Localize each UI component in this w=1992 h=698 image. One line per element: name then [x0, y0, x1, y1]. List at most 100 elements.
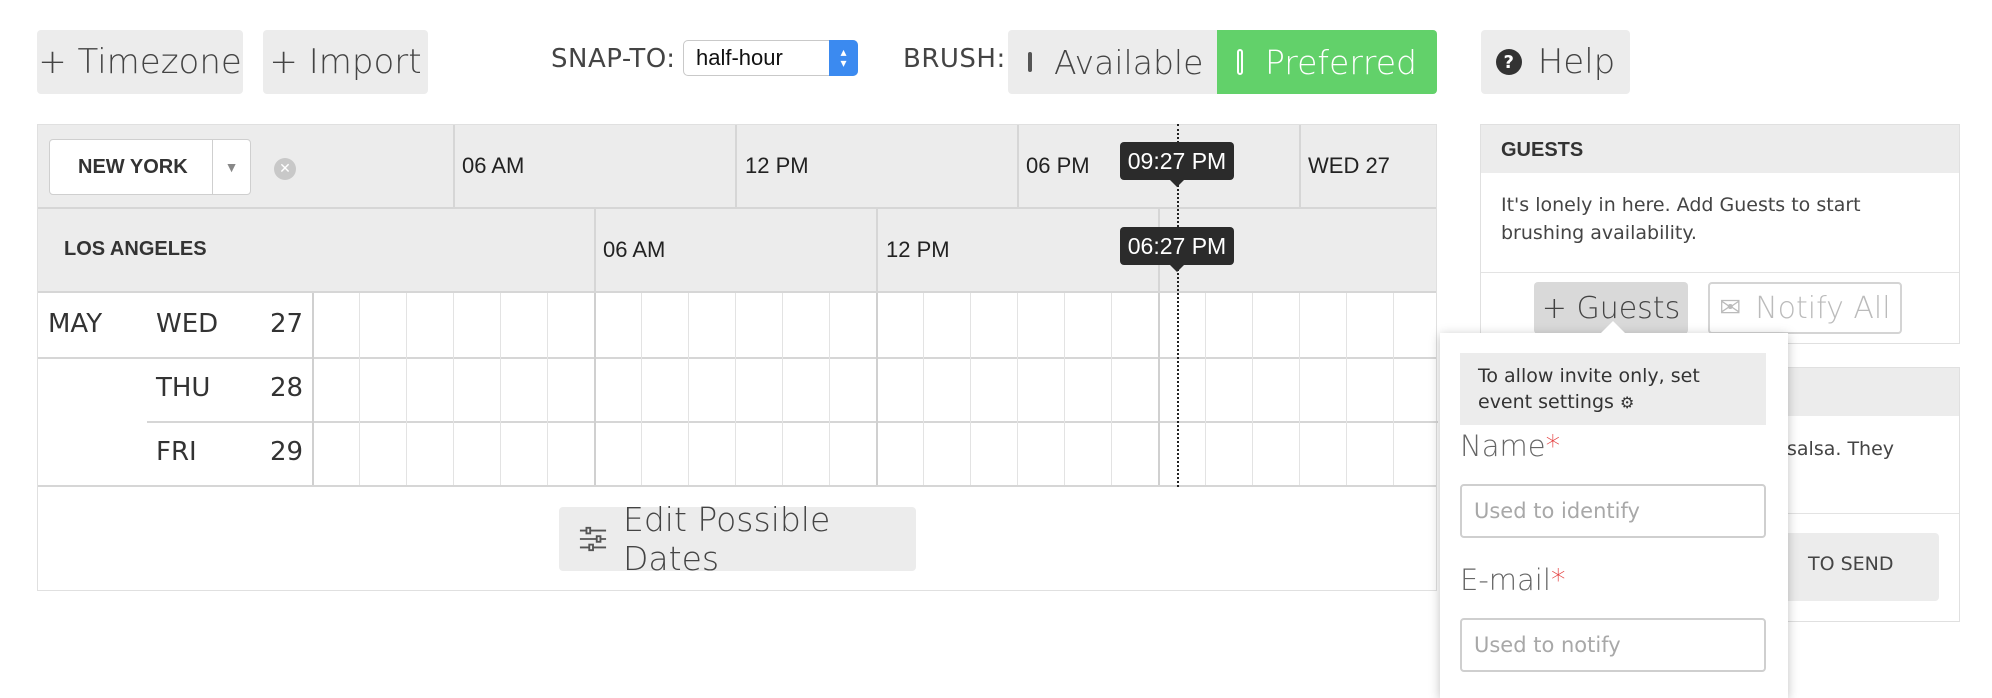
- import-label: + Import: [269, 42, 422, 82]
- slot-divider: [1205, 421, 1206, 485]
- slot-divider: [923, 357, 924, 421]
- slot-divider: [735, 421, 736, 485]
- slot-divider: [876, 357, 878, 421]
- slot-divider: [1252, 357, 1253, 421]
- slot-divider: [1205, 293, 1206, 357]
- brush-toggle-group: Available Preferred: [1008, 30, 1437, 94]
- weekday-label: THU: [156, 373, 211, 403]
- slot-divider: [1393, 421, 1394, 485]
- brush-available-label: Available: [1054, 42, 1204, 82]
- slot-divider: [312, 357, 314, 421]
- slot-divider: [829, 293, 830, 357]
- sliders-icon: [579, 526, 607, 552]
- slot-divider: [547, 293, 548, 357]
- add-timezone-label: + Timezone: [38, 42, 242, 82]
- slot-divider: [688, 357, 689, 421]
- slot-divider: [1017, 357, 1018, 421]
- slot-divider: [500, 421, 501, 485]
- slot-divider: [1064, 421, 1065, 485]
- hour-tick: [1299, 125, 1301, 207]
- slot-divider: [688, 421, 689, 485]
- brush-available-option[interactable]: Available: [1008, 30, 1217, 94]
- secondary-panel-button-label: TO SEND: [1808, 553, 1894, 575]
- gear-icon[interactable]: ⚙: [1620, 393, 1634, 412]
- slot-divider: [1158, 357, 1160, 421]
- required-asterisk: *: [1545, 429, 1561, 463]
- slot-divider: [1064, 293, 1065, 357]
- slot-divider: [1346, 293, 1347, 357]
- slot-divider: [1158, 421, 1160, 485]
- slot-divider: [1346, 421, 1347, 485]
- help-label: Help: [1537, 42, 1616, 82]
- mail-icon: ✉: [1719, 293, 1742, 323]
- brush-label: BRUSH:: [903, 44, 1006, 74]
- row-divider: [38, 485, 1436, 487]
- hour-tick: [735, 125, 737, 207]
- add-guest-popover: To allow invite only, set event settings…: [1440, 321, 1788, 698]
- brush-preferred-label: Preferred: [1264, 42, 1417, 82]
- checkbox-icon: [1237, 49, 1243, 75]
- timezone-select-new-york[interactable]: NEW YORK ▼: [49, 139, 251, 195]
- required-asterisk: *: [1550, 563, 1566, 597]
- brush-preferred-option[interactable]: Preferred: [1217, 30, 1437, 94]
- invite-only-note: To allow invite only, set event settings…: [1460, 353, 1766, 425]
- edit-dates-label: Edit Possible Dates: [623, 500, 831, 578]
- snap-to-label: SNAP-TO:: [551, 44, 676, 74]
- weekday-label: FRI: [156, 437, 197, 467]
- notify-all-button[interactable]: ✉ Notify All: [1708, 282, 1902, 334]
- weekday-label: WED: [156, 309, 219, 339]
- edit-possible-dates-button[interactable]: Edit Possible Dates: [559, 500, 916, 578]
- slot-divider: [547, 421, 548, 485]
- slot-divider: [876, 421, 878, 485]
- slot-divider: [641, 293, 642, 357]
- select-stepper-icon: ▴ ▾: [829, 40, 858, 76]
- guests-empty-text: It's lonely in here. Add Guests to start…: [1501, 194, 1861, 244]
- day-row-wed[interactable]: MAY WED 27: [38, 293, 1436, 357]
- import-button[interactable]: + Import: [263, 30, 428, 94]
- slot-divider: [594, 421, 596, 485]
- slot-divider: [1393, 357, 1394, 421]
- guest-name-input[interactable]: [1460, 484, 1766, 538]
- slot-divider: [923, 421, 924, 485]
- slot-divider: [500, 293, 501, 357]
- slot-divider: [782, 293, 783, 357]
- slot-divider: [1111, 357, 1112, 421]
- day-row-fri[interactable]: FRI 29: [38, 421, 1436, 485]
- snap-to-select[interactable]: half-hour ▴ ▾: [683, 40, 858, 76]
- slot-divider: [735, 357, 736, 421]
- slot-divider: [1393, 293, 1394, 357]
- slot-divider: [406, 357, 407, 421]
- add-timezone-button[interactable]: + Timezone: [37, 30, 243, 94]
- slot-divider: [641, 357, 642, 421]
- checkbox-icon: [1028, 52, 1032, 72]
- slot-divider: [1064, 357, 1065, 421]
- month-label: MAY: [48, 309, 103, 339]
- slot-divider: [406, 293, 407, 357]
- slot-divider: [1252, 293, 1253, 357]
- timezone-name: NEW YORK: [78, 155, 188, 178]
- chevron-down-icon: ▼: [212, 140, 250, 194]
- invite-only-text: To allow invite only, set event settings: [1478, 365, 1700, 413]
- current-time-tooltip-new-york: 09:27 PM: [1120, 142, 1234, 187]
- date-label: 27: [270, 309, 304, 339]
- slot-divider: [453, 357, 454, 421]
- slot-divider: [970, 357, 971, 421]
- slot-divider: [970, 421, 971, 485]
- slot-divider: [1205, 357, 1206, 421]
- slot-divider: [547, 357, 548, 421]
- slot-divider: [1299, 421, 1300, 485]
- slot-divider: [406, 421, 407, 485]
- email-label-text: E-mail: [1460, 563, 1551, 597]
- slot-divider: [453, 421, 454, 485]
- slot-divider: [359, 357, 360, 421]
- day-row-thu[interactable]: THU 28: [38, 357, 1436, 421]
- slot-divider: [1299, 293, 1300, 357]
- current-time-tooltip-los-angeles: 06:27 PM: [1120, 227, 1234, 272]
- help-button[interactable]: ? Help: [1481, 30, 1630, 94]
- guest-email-input[interactable]: [1460, 618, 1766, 672]
- remove-timezone-icon[interactable]: ✕: [274, 158, 296, 180]
- tick-label: 06 PM: [1026, 153, 1090, 178]
- email-label: E-mail*: [1460, 563, 1565, 597]
- name-label: Name*: [1460, 429, 1560, 463]
- slot-divider: [829, 357, 830, 421]
